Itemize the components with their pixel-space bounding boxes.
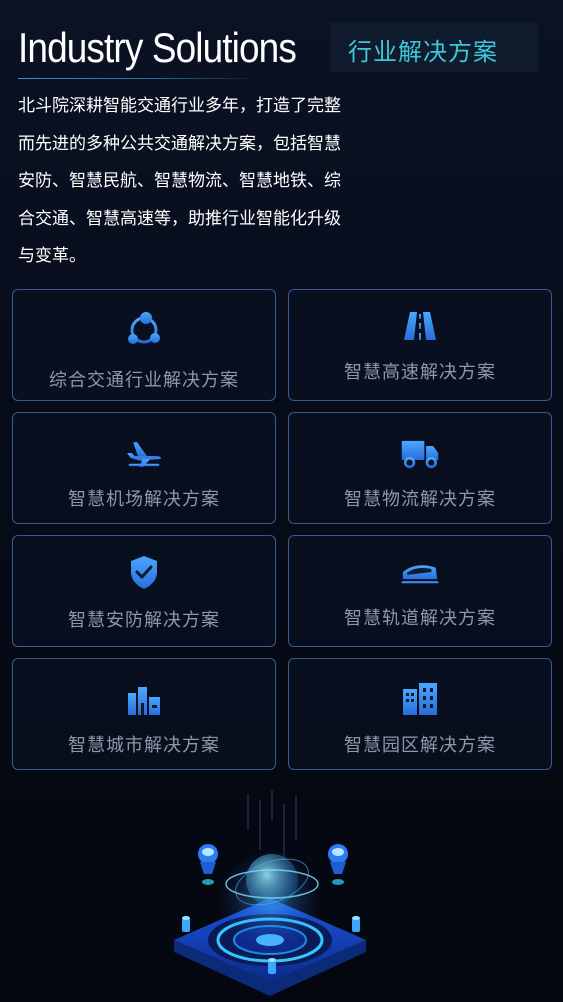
solution-card-label: 综合交通行业解决方案 — [49, 370, 239, 391]
city-buildings-icon — [124, 679, 164, 719]
intro-line: 而先进的多种公共交通解决方案，包括智慧 — [18, 133, 341, 154]
intro-line: 合交通、智慧高速等，助推行业智能化升级 — [18, 208, 341, 229]
solution-card-label: 智慧机场解决方案 — [68, 489, 220, 510]
solution-card-rail[interactable]: 智慧轨道解决方案 — [288, 535, 552, 647]
solution-card-airport[interactable]: 智慧机场解决方案 — [12, 412, 276, 524]
solution-card-integrated-transport[interactable]: 综合交通行业解决方案 — [12, 289, 276, 401]
title-underline — [18, 78, 248, 79]
solution-card-security[interactable]: 智慧安防解决方案 — [12, 535, 276, 647]
solution-card-park[interactable]: 智慧园区解决方案 — [288, 658, 552, 770]
solution-card-label: 智慧轨道解决方案 — [344, 608, 496, 629]
solution-card-logistics[interactable]: 智慧物流解决方案 — [288, 412, 552, 524]
solution-card-label: 智慧园区解决方案 — [344, 735, 496, 756]
solution-card-label: 智慧物流解决方案 — [344, 489, 496, 510]
solution-card-city[interactable]: 智慧城市解决方案 — [12, 658, 276, 770]
intro-line: 与变革。 — [18, 246, 86, 266]
section-title-cn: 行业解决方案 — [348, 38, 498, 66]
solution-card-label: 智慧安防解决方案 — [68, 610, 220, 631]
intro-line: 北斗院深耕智能交通行业多年，打造了完整 — [18, 96, 341, 116]
office-buildings-icon — [400, 679, 440, 719]
truck-icon — [400, 433, 440, 473]
airplane-icon — [124, 433, 164, 473]
solution-card-label: 智慧城市解决方案 — [68, 735, 220, 756]
page-title: Industry Solutions — [18, 24, 297, 71]
highway-icon — [400, 306, 440, 346]
solution-card-highway[interactable]: 智慧高速解决方案 — [288, 289, 552, 401]
page-header: Industry Solutions 行业解决方案 — [18, 20, 548, 80]
bullet-train-icon — [400, 552, 440, 592]
shield-check-icon — [124, 552, 164, 592]
network-nodes-icon — [124, 310, 164, 350]
intro-paragraph: 北斗院深耕智能交通行业多年，打造了完整 而先进的多种公共交通解决方案，包括智慧 … — [18, 88, 378, 276]
solution-card-label: 智慧高速解决方案 — [344, 362, 496, 383]
intro-line: 安防、智慧民航、智慧物流、智慧地铁、综 — [18, 171, 341, 191]
tech-platform-illustration — [160, 790, 400, 1002]
section-title-box: 行业解决方案 — [330, 22, 538, 72]
